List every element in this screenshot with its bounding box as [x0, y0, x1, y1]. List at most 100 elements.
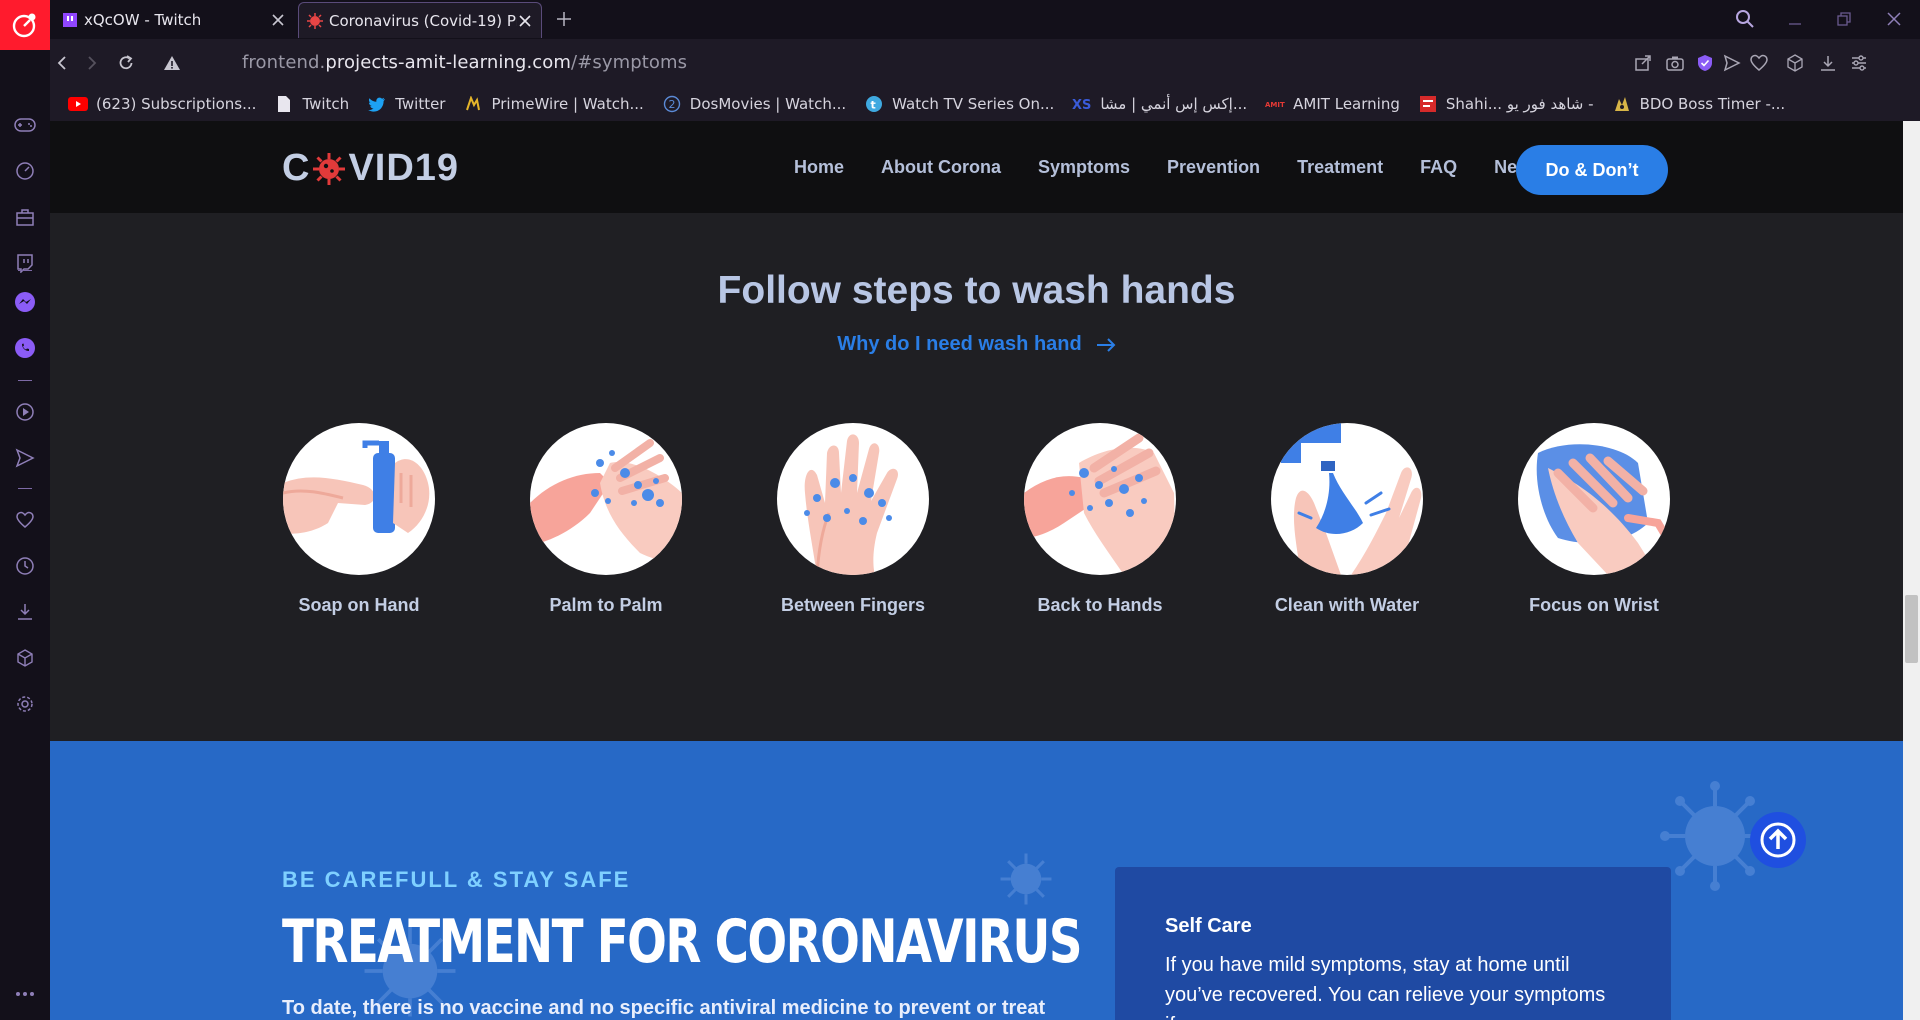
card-title: Self Care: [1165, 915, 1252, 937]
send-icon[interactable]: [1720, 51, 1744, 75]
easy-setup-icon[interactable]: [1847, 51, 1871, 75]
bookmark-label: Twitter: [395, 94, 446, 113]
primewire-icon: [463, 95, 483, 113]
wash-step: Between Fingers: [777, 423, 929, 616]
step-label: Clean with Water: [1274, 595, 1420, 615]
site-nav: Home About Corona Symptoms Prevention Tr…: [794, 157, 1578, 178]
why-wash-hands-link[interactable]: Why do I need wash hand: [50, 333, 1903, 356]
virus-logo-icon: [313, 152, 346, 185]
minimize-button[interactable]: [1781, 6, 1809, 32]
close-window-button[interactable]: [1880, 6, 1908, 32]
amit-icon: AMIT: [1265, 95, 1285, 113]
extensions-icon[interactable]: [13, 646, 37, 670]
vpn-shield-icon[interactable]: [1693, 51, 1717, 75]
restore-button[interactable]: [1830, 6, 1858, 32]
section-body: To date, there is no vaccine and no spec…: [282, 997, 1046, 1019]
tab-twitch[interactable]: xQcOW - Twitch: [54, 2, 294, 38]
bookmark-amit[interactable]: AMIT AMIT Learning: [1265, 95, 1400, 113]
svg-text:t: t: [871, 98, 876, 111]
speedometer-icon[interactable]: [13, 159, 37, 183]
url-path: /#symptoms: [571, 52, 688, 73]
clean-with-water-illustration: [1271, 423, 1423, 575]
new-tab-button[interactable]: [553, 8, 575, 30]
settings-icon[interactable]: [13, 692, 37, 716]
tv-icon: t: [864, 95, 884, 113]
palm-to-palm-illustration: [530, 423, 682, 575]
back-to-hands-illustration: [1024, 423, 1176, 575]
nav-symptoms[interactable]: Symptoms: [1038, 157, 1130, 178]
logo-text-left: C: [282, 147, 311, 189]
player-icon[interactable]: [13, 400, 37, 424]
history-icon[interactable]: [13, 554, 37, 578]
wash-step: Clean with Water: [1271, 423, 1423, 616]
page-scrollbar[interactable]: [1903, 121, 1920, 1020]
bookmark-xs-anime[interactable]: XS إكس إس أنمي | مشا...: [1072, 95, 1247, 113]
nav-treatment[interactable]: Treatment: [1297, 157, 1383, 178]
gamepad-icon[interactable]: [13, 113, 37, 137]
close-icon[interactable]: [517, 13, 533, 29]
link-label: Why do I need wash hand: [837, 333, 1082, 355]
bookmark-youtube[interactable]: (623) Subscriptions...: [68, 95, 256, 113]
nav-faq[interactable]: FAQ: [1420, 157, 1457, 178]
soap-on-hand-illustration: [283, 423, 435, 575]
xs-icon: XS: [1072, 95, 1092, 113]
url-field[interactable]: frontend.projects-amit-learning.com/#sym…: [242, 52, 687, 73]
bookmark-label: Shahi... شاهد فور يو -: [1445, 94, 1594, 113]
focus-on-wrist-illustration: [1518, 423, 1670, 575]
whatsapp-icon[interactable]: [13, 336, 37, 360]
tab-bar: xQcOW - Twitch Coronavirus (Covid-19) Pr…: [0, 0, 1920, 39]
site-header: C VID19 Home About Corona Symptoms Preve…: [50, 121, 1903, 213]
bookmark-label: AMIT Learning: [1293, 94, 1400, 113]
bookmark-bdo[interactable]: BDO Boss Timer -...: [1612, 94, 1786, 113]
bookmark-label: BDO Boss Timer -...: [1639, 94, 1786, 113]
downloads-icon[interactable]: [13, 600, 37, 624]
cube-icon[interactable]: [1783, 51, 1807, 75]
download-icon[interactable]: [1816, 51, 1840, 75]
not-secure-icon[interactable]: [160, 51, 184, 75]
bookmark-primewire[interactable]: PrimeWire | Watch...: [463, 95, 644, 113]
card-text-line: if you:: [1165, 1010, 1621, 1020]
briefcase-icon[interactable]: [13, 205, 37, 229]
reload-icon[interactable]: [114, 51, 138, 75]
bookmark-dosmovies[interactable]: 2 DosMovies | Watch...: [662, 95, 846, 113]
camera-icon[interactable]: [1663, 51, 1687, 75]
step-label: Soap on Hand: [298, 595, 420, 615]
forward-icon[interactable]: [80, 51, 104, 75]
search-tabs-icon[interactable]: [1731, 6, 1759, 32]
svg-text:XS: XS: [1072, 98, 1091, 112]
opera-logo-icon[interactable]: [0, 0, 50, 50]
do-and-dont-button[interactable]: Do & Don’t: [1516, 145, 1668, 195]
scrollbar-thumb[interactable]: [1905, 595, 1918, 663]
bdo-icon: [1612, 95, 1632, 113]
nav-prevention[interactable]: Prevention: [1167, 157, 1260, 178]
more-icon[interactable]: [13, 982, 37, 1006]
back-icon[interactable]: [50, 51, 74, 75]
bookmark-shahid[interactable]: Shahi... شاهد فور يو -: [1418, 95, 1594, 113]
section-title: Follow steps to wash hands: [717, 269, 1236, 312]
tab-coronavirus[interactable]: Coronavirus (Covid-19) Pre: [298, 2, 542, 38]
messenger-icon[interactable]: [13, 290, 37, 314]
close-icon[interactable]: [270, 12, 286, 28]
section-title: TREATMENT FOR CORONAVIRUS: [282, 907, 1083, 977]
nav-about-corona[interactable]: About Corona: [881, 157, 1001, 178]
bookmark-label: Twitch: [302, 94, 350, 113]
tab-label: xQcOW - Twitch: [84, 11, 202, 29]
tab-label: Coronavirus (Covid-19) Pre: [329, 11, 517, 30]
url-host: projects-amit-learning.com: [325, 52, 572, 73]
wash-step: Back to Hands: [1024, 423, 1176, 616]
twitch-sidebar-icon[interactable]: [13, 251, 37, 275]
heart-sidebar-icon[interactable]: [13, 508, 37, 532]
send-sidebar-icon[interactable]: [13, 446, 37, 470]
scroll-to-top-button[interactable]: [1750, 812, 1806, 868]
shahid-icon: [1418, 95, 1438, 113]
heart-icon[interactable]: [1747, 51, 1771, 75]
step-label: Palm to Palm: [549, 595, 663, 615]
bookmark-tv-series[interactable]: t Watch TV Series On...: [864, 95, 1054, 113]
site-logo[interactable]: C VID19: [282, 147, 459, 190]
bookmark-twitter[interactable]: Twitter: [367, 95, 445, 113]
nav-home[interactable]: Home: [794, 157, 844, 178]
virus-decoration-icon: [1000, 853, 1052, 905]
share-icon[interactable]: [1631, 51, 1655, 75]
bookmark-twitch[interactable]: Twitch: [274, 95, 349, 113]
step-label: Back to Hands: [1037, 595, 1163, 615]
